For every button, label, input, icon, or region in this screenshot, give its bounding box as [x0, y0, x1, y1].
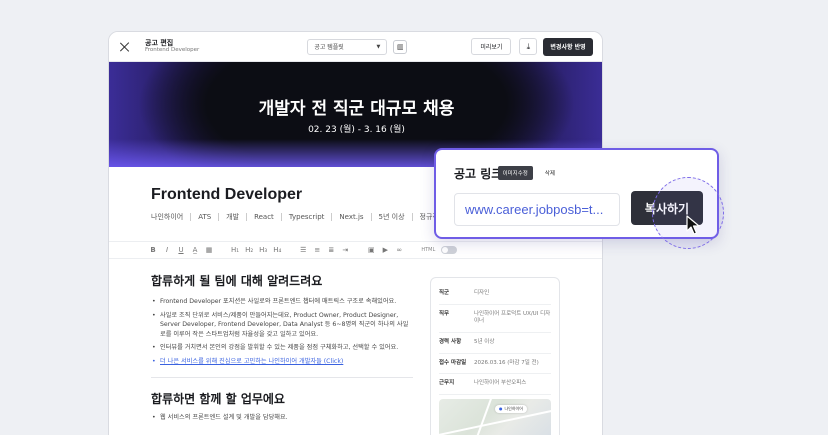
- job-tag: 개발: [211, 212, 239, 222]
- summary-row: 접수 마감일 2026.03.16 (마감 7일 전): [439, 354, 551, 375]
- bullet-list-icon[interactable]: ☰: [299, 246, 307, 254]
- align-icon[interactable]: ≣: [327, 246, 335, 254]
- page-title: 공고 편집: [145, 38, 174, 47]
- section-heading: 합류하면 함께 할 업무에요: [151, 391, 285, 406]
- download-icon[interactable]: ⤓: [519, 38, 538, 55]
- layout-icon[interactable]: ▥: [393, 39, 408, 54]
- job-tag: 5년 이상: [364, 212, 405, 222]
- job-title[interactable]: Frontend Developer: [151, 186, 302, 204]
- summary-key: 경력 사항: [439, 339, 462, 346]
- job-tag: React: [239, 212, 274, 222]
- list-item: 사일로 조직 단위로 서비스/제품이 만들어지는데요, Product Owne…: [151, 311, 413, 340]
- hero-date: 02. 23 (월) - 3. 16 (월): [308, 125, 405, 135]
- job-summary-card: 직군 디자인 직무 나인하이어 프로덕트 UX/UI 디자이너 경력 사항 5년…: [430, 277, 560, 435]
- summary-value: 디자인: [474, 290, 490, 296]
- numbered-list-icon[interactable]: ≡: [313, 246, 321, 254]
- chevron-down-icon: ▼: [376, 43, 381, 50]
- apply-changes-button[interactable]: 변경사항 반영: [543, 37, 593, 56]
- summary-key: 근무지: [439, 380, 455, 387]
- team-link[interactable]: 더 나은 서비스를 위해 진심으로 고민하는 나인하이어 개발자들 (Click…: [151, 357, 413, 367]
- summary-key: 접수 마감일: [439, 359, 467, 366]
- popup-title: 공고 링크: [454, 167, 503, 181]
- job-tag: Next.js: [324, 212, 363, 222]
- image-delete-button[interactable]: 삭제: [538, 166, 561, 180]
- indent-icon[interactable]: ⇥: [341, 246, 349, 254]
- copy-button[interactable]: 복사하기: [631, 191, 703, 225]
- divider: [151, 376, 413, 378]
- list-item: 웹 서비스의 프론트엔드 설계 및 개발을 담당해요.: [151, 413, 413, 423]
- image-edit-button[interactable]: 이미지수정: [497, 166, 533, 180]
- close-icon[interactable]: [119, 41, 131, 53]
- map-pin: 나인하이어: [495, 405, 527, 414]
- image-actions: 이미지수정 삭제: [497, 166, 561, 180]
- template-select[interactable]: 공고 템플릿 ▼: [307, 38, 388, 55]
- italic-icon[interactable]: I: [163, 246, 171, 254]
- summary-key: 직군: [439, 290, 450, 296]
- summary-row: 근무지 나인하이어 부산오피스: [439, 374, 551, 396]
- summary-value: 나인하이어 프로덕트 UX/UI 디자이너: [474, 310, 551, 325]
- template-select-label: 공고 템플릿: [314, 44, 344, 51]
- section-heading: 합류하게 될 팀에 대해 알려드려요: [151, 274, 323, 288]
- text-color-icon[interactable]: A̲: [191, 246, 199, 254]
- page-subtitle: Frontend Developer: [145, 47, 200, 54]
- top-bar: 공고 편집 Frontend Developer 공고 템플릿 ▼ ▥ 미리보기…: [109, 32, 602, 62]
- html-label: HTML: [421, 247, 436, 253]
- title-block: 공고 편집 Frontend Developer: [145, 38, 200, 54]
- html-toggle[interactable]: [441, 246, 458, 254]
- bullet-list: 웹 서비스의 프론트엔드 설계 및 개발을 담당해요.: [151, 413, 413, 423]
- summary-value: 2026.03.16 (마감 7일 전): [474, 359, 539, 366]
- image-icon[interactable]: ▣: [367, 246, 375, 254]
- hero-title: 개발자 전 직군 대규모 채용: [258, 99, 455, 119]
- job-tag: ATS: [183, 212, 211, 222]
- job-tag: 나인하이어: [151, 213, 184, 221]
- job-description[interactable]: 합류하게 될 팀에 대해 알려드려요 Frontend Developer 포지…: [151, 272, 413, 426]
- job-tags: 나인하이어 ATS 개발 React Typescript Next.js 5년…: [151, 212, 439, 222]
- heading3-icon[interactable]: H₃: [259, 246, 267, 254]
- list-item: Frontend Developer 포지션은 사일로와 프론트엔드 챕터에 매…: [151, 297, 413, 307]
- location-map[interactable]: 나인하이어: [439, 399, 551, 435]
- summary-value: 나인하이어 부산오피스: [474, 380, 527, 387]
- summary-value: 5년 이상: [474, 339, 495, 346]
- preview-button[interactable]: 미리보기: [471, 38, 512, 55]
- job-tag: Typescript: [274, 212, 325, 222]
- job-link-popup: 공고 링크 www.career.jobposb=t... 복사하기: [434, 148, 719, 239]
- underline-icon[interactable]: U: [177, 246, 185, 254]
- editor-toolbar: B I U A̲ ▦ H₁ H₂ H₃ H₄ ☰ ≡ ≣ ⇥ ▣ ▶ ∞ HTM…: [109, 241, 602, 259]
- job-link-url-field[interactable]: www.career.jobposb=t...: [454, 193, 620, 226]
- summary-row: 경력 사항 5년 이상: [439, 333, 551, 354]
- video-icon[interactable]: ▶: [381, 246, 389, 254]
- link-icon[interactable]: ∞: [395, 246, 403, 254]
- heading2-icon[interactable]: H₂: [245, 246, 253, 254]
- summary-key: 직무: [439, 310, 450, 317]
- heading4-icon[interactable]: H₄: [273, 246, 281, 254]
- list-item: 인터뷰를 거치면서 본인의 강점을 발휘할 수 있는 제품을 점점 구체화하고,…: [151, 343, 413, 353]
- heading1-icon[interactable]: H₁: [231, 246, 239, 254]
- bold-icon[interactable]: B: [149, 246, 157, 254]
- summary-row: 직무 나인하이어 프로덕트 UX/UI 디자이너: [439, 305, 551, 334]
- summary-row: 직군 디자인: [439, 284, 551, 305]
- bullet-list: Frontend Developer 포지션은 사일로와 프론트엔드 챕터에 매…: [151, 297, 413, 367]
- table-icon[interactable]: ▦: [205, 246, 213, 254]
